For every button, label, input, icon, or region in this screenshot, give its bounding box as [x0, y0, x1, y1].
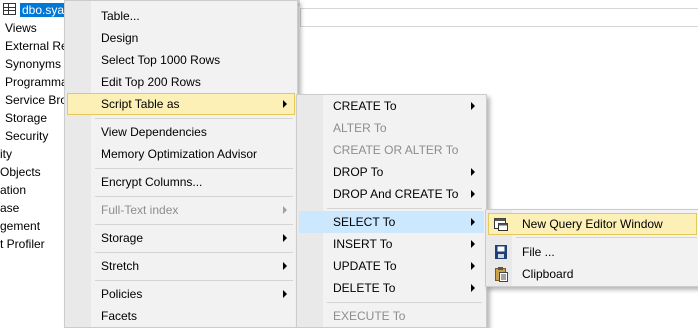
menu-item-file[interactable]: File ...	[488, 241, 697, 263]
tree-item[interactable]: External Re	[5, 37, 68, 55]
menu-item-label: New Query Editor Window	[522, 217, 663, 231]
menu-separator	[327, 208, 482, 209]
submenu-arrow-icon	[283, 262, 287, 270]
menu-separator	[95, 118, 293, 119]
menu-item-encrypt-columns[interactable]: Encrypt Columns...	[67, 171, 295, 193]
submenu-arrow-icon	[471, 240, 475, 248]
tree-item[interactable]: gement	[0, 217, 40, 235]
menu-item-label: Table...	[101, 9, 140, 23]
tree-item-label: dbo.sya	[20, 3, 67, 17]
menu-separator	[95, 252, 293, 253]
tree-item[interactable]: Views	[5, 19, 37, 37]
menu-item-storage[interactable]: Storage	[67, 227, 295, 249]
submenu-arrow-icon	[471, 284, 475, 292]
tree-item[interactable]: Objects	[0, 163, 41, 181]
tree-item[interactable]: Synonyms	[5, 55, 61, 73]
menu-item-memory-optimization-advisor[interactable]: Memory Optimization Advisor	[67, 143, 295, 165]
menu-item-label: DELETE To	[333, 281, 396, 295]
tree-item-selected-table[interactable]: dbo.sya	[0, 1, 67, 19]
tree-item[interactable]: Service Bro	[5, 91, 67, 109]
menu-item-label: INSERT To	[333, 237, 393, 251]
menu-item-label: Storage	[101, 231, 144, 245]
menu-item-label: Select Top 1000 Rows	[101, 53, 221, 67]
menu-item-stretch[interactable]: Stretch	[67, 255, 295, 277]
menu-item-clipboard[interactable]: Clipboard	[488, 263, 697, 285]
menu-separator	[95, 196, 293, 197]
menu-item-drop-and-create-to[interactable]: DROP And CREATE To	[299, 183, 484, 205]
submenu-arrow-icon	[283, 206, 287, 214]
submenu-arrow-icon	[471, 218, 475, 226]
menu-item-label: ALTER To	[333, 121, 387, 135]
menu-separator	[95, 168, 293, 169]
menu-item-label: Memory Optimization Advisor	[101, 147, 258, 161]
menu-item-label: Policies	[101, 287, 143, 301]
menu-item-new-query-editor-window[interactable]: New Query Editor Window	[488, 213, 697, 235]
tree-item[interactable]: ity	[0, 145, 12, 163]
menu-item-view-dependencies[interactable]: View Dependencies	[67, 121, 295, 143]
menu-item-facets[interactable]: Facets	[67, 305, 295, 327]
menu-separator	[516, 237, 697, 238]
menu-item-label: CREATE To	[333, 99, 397, 113]
script-table-as-submenu: CREATE To ALTER To CREATE OR ALTER To DR…	[296, 94, 487, 328]
menu-item-label: Edit Top 200 Rows	[101, 75, 201, 89]
menu-item-label: UPDATE To	[333, 259, 397, 273]
menu-item-label: CREATE OR ALTER To	[333, 143, 459, 157]
menu-item-script-table-as[interactable]: Script Table as	[67, 93, 295, 115]
menu-item-label: File ...	[522, 245, 555, 259]
save-file-icon	[493, 244, 509, 260]
tree-item[interactable]: Storage	[5, 109, 47, 127]
submenu-arrow-icon	[471, 102, 475, 110]
menu-item-label: DROP And CREATE To	[333, 187, 459, 201]
menu-item-drop-to[interactable]: DROP To	[299, 161, 484, 183]
tree-item[interactable]: Security	[5, 127, 48, 145]
menu-separator	[327, 302, 482, 303]
menu-item-policies[interactable]: Policies	[67, 283, 295, 305]
background-editor-bar	[300, 8, 698, 27]
tree-item[interactable]: Programma	[5, 73, 68, 91]
new-query-window-icon	[493, 216, 509, 232]
menu-item-label: DROP To	[333, 165, 384, 179]
menu-item-table[interactable]: Table...	[67, 5, 295, 27]
submenu-arrow-icon	[283, 100, 287, 108]
menu-item-execute-to: EXECUTE To	[299, 305, 484, 327]
menu-item-label: Encrypt Columns...	[101, 175, 203, 189]
submenu-arrow-icon	[471, 190, 475, 198]
menu-item-create-or-alter-to: CREATE OR ALTER To	[299, 139, 484, 161]
menu-item-label: Design	[101, 31, 139, 45]
menu-item-full-text-index: Full-Text index	[67, 199, 295, 221]
menu-item-select-to[interactable]: SELECT To	[299, 211, 484, 233]
menu-item-label: EXECUTE To	[333, 309, 406, 323]
submenu-arrow-icon	[471, 168, 475, 176]
menu-item-design[interactable]: Design	[67, 27, 295, 49]
menu-item-label: View Dependencies	[101, 125, 207, 139]
menu-item-create-to[interactable]: CREATE To	[299, 95, 484, 117]
menu-item-insert-to[interactable]: INSERT To	[299, 233, 484, 255]
menu-item-label: Clipboard	[522, 267, 574, 281]
select-to-submenu: New Query Editor Window File ... Clipboa…	[485, 209, 698, 287]
menu-item-label: SELECT To	[333, 215, 396, 229]
menu-item-alter-to: ALTER To	[299, 117, 484, 139]
menu-item-label: Script Table as	[101, 97, 180, 111]
submenu-arrow-icon	[283, 234, 287, 242]
tree-item[interactable]: ation	[0, 181, 26, 199]
tree-item[interactable]: t Profiler	[0, 235, 45, 253]
menu-item-label: Full-Text index	[101, 203, 179, 217]
table-icon	[3, 3, 16, 15]
menu-separator	[95, 224, 293, 225]
tree-item[interactable]: ase	[0, 199, 19, 217]
menu-item-edit-top-rows[interactable]: Edit Top 200 Rows	[67, 71, 295, 93]
table-context-menu: Table... Design Select Top 1000 Rows Edi…	[64, 0, 298, 328]
menu-item-delete-to[interactable]: DELETE To	[299, 277, 484, 299]
menu-item-update-to[interactable]: UPDATE To	[299, 255, 484, 277]
submenu-arrow-icon	[471, 262, 475, 270]
submenu-arrow-icon	[283, 290, 287, 298]
clipboard-icon	[493, 266, 509, 282]
menu-item-label: Stretch	[101, 259, 140, 273]
menu-item-label: Facets	[101, 309, 138, 323]
menu-item-select-top-rows[interactable]: Select Top 1000 Rows	[67, 49, 295, 71]
menu-separator	[95, 280, 293, 281]
